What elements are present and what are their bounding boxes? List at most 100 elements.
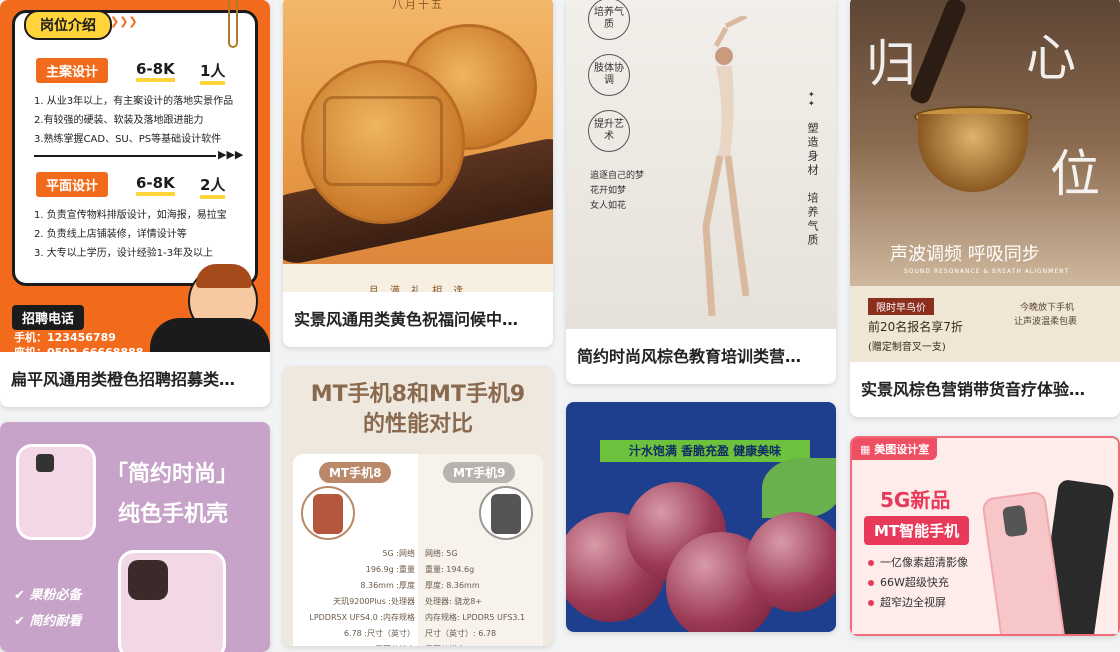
- spec-row-phone9: 厚度: 8.36mm: [425, 581, 480, 590]
- side-text: 让声波温柔包裹: [1014, 317, 1078, 327]
- mobile-number: 手机：123456789: [14, 331, 116, 344]
- tab-phone9: MT手机9: [443, 462, 516, 483]
- spec-row-phone9: 重量: 194.6g: [425, 565, 475, 574]
- slogan: 声波调频 呼吸同步: [890, 244, 1040, 265]
- phone8-body: [313, 494, 343, 534]
- spec-row-phone8: 196.9g :重量: [365, 565, 415, 574]
- vertical-slogan: 塑造身材: [806, 122, 819, 178]
- spec-row-phone8: 天玑9200Plus :处理器: [333, 597, 415, 606]
- spec-row-phone9: 内存规格: LPDDR5 UFS3.1: [425, 613, 526, 622]
- paperclip-icon: [228, 0, 238, 48]
- product-tag: MT智能手机: [864, 516, 970, 545]
- sparkle-icon: ✦ ✦: [808, 90, 815, 108]
- card-title: 实景风通用类黄色祝福问候中…: [294, 310, 519, 329]
- poster-bottom-text: 月 满 礼 相 逢: [368, 286, 468, 292]
- compare-title: MT手机8和MT手机9: [310, 382, 526, 407]
- template-card-phone-compare[interactable]: MT手机8和MT手机9 的性能对比 MT手机8 MT手机9 5G :网络 196.…: [283, 366, 553, 646]
- role1-salary: 6-8K: [136, 60, 175, 82]
- thumbnail-grape: 汁水饱满 香脆充盈 健康美味: [566, 402, 836, 632]
- poem-line: 女人如花: [590, 201, 627, 211]
- character-body: [150, 318, 270, 352]
- promo-tag: 限时早鸟价: [868, 298, 934, 315]
- phone-label: 招聘电话: [12, 305, 85, 330]
- feature-banner: 汁水饱满 香脆充盈 健康美味: [600, 440, 810, 462]
- card-title: 简约时尚风棕色教育培训类营…: [577, 347, 802, 366]
- template-card-5g-phone[interactable]: ▦ 美图设计室 5G新品 MT智能手机 一亿像素超清影像 66W超级快充 超窄边…: [850, 436, 1120, 636]
- camera-icon: [36, 454, 54, 472]
- singing-bowl-image: [918, 114, 1028, 192]
- play-arrows-icon: ▶▶▶: [218, 148, 244, 161]
- thumbnail-phone-compare: MT手机8和MT手机9 的性能对比 MT手机8 MT手机9 5G :网络 196.…: [283, 366, 553, 646]
- vertical-slogan: 培养气质: [806, 192, 819, 248]
- headline-char: 位: [1050, 145, 1100, 203]
- spec-row-phone8: 5G :网络: [382, 549, 415, 558]
- leaf-image: [762, 458, 836, 518]
- camera-icon: [128, 560, 168, 600]
- character-hair: [196, 264, 252, 288]
- slogan-en: SOUND RESONANCE & BREATH ALIGNMENT: [904, 268, 1070, 275]
- landline-number: 座机：0592-66668888: [14, 344, 143, 352]
- template-card-ballet[interactable]: 培养气质 肢体协调 提升艺术 追逐自己的梦 花开如梦 女人如花 ✦ ✦ 塑造身材 …: [566, 0, 836, 384]
- brand-badge: ▦ 美图设计室: [852, 438, 938, 460]
- promo-text: 前20名报名享7折: [868, 320, 963, 334]
- feature-circle: 提升艺术: [588, 110, 630, 152]
- grape-image: [746, 512, 836, 612]
- thumbnail-ballet: 培养气质 肢体协调 提升艺术 追逐自己的梦 花开如梦 女人如花 ✦ ✦ 塑造身材 …: [566, 0, 836, 329]
- feature-circle: 培养气质: [588, 0, 630, 40]
- camera-icon: [1002, 504, 1028, 538]
- new-product-title: 5G新品: [880, 488, 951, 512]
- tab-phone8: MT手机8: [319, 462, 392, 483]
- role1-line: 1. 从业3年以上，有主案设计的落地实景作品: [34, 96, 234, 107]
- spec-row-phone9: 屏幕分辨率: 2800x1260: [425, 644, 516, 646]
- compare-subtitle: 的性能对比: [362, 412, 473, 437]
- feature-item: 一亿像素超清影像: [868, 554, 968, 570]
- thumbnail-recruitment: 岗位介绍 ❯❯❯ 主案设计 6-8K 1人 1. 从业3年以上，有主案设计的落地…: [0, 0, 270, 352]
- mallet-image: [908, 0, 968, 106]
- role2-line: 1. 负责宣传物料排版设计，如海报，易拉宝: [34, 210, 227, 221]
- headline-char: 心: [1026, 29, 1076, 87]
- headline-char: 归: [866, 35, 916, 93]
- template-card-mooncake[interactable]: 八月十五 月 满 礼 相 逢 实景风通用类黄色祝福问候中…: [283, 0, 553, 347]
- spec-row-phone8: LPDDR5X UFS4.0 :内存规格: [309, 613, 415, 622]
- poster-top-text: 八月十五: [392, 0, 444, 11]
- role1-line: 3.熟练掌握CAD、SU、PS等基础设计软件: [34, 134, 222, 145]
- template-card-grape[interactable]: 汁水饱满 香脆充盈 健康美味: [566, 402, 836, 632]
- role2-line: 2. 负责线上店铺装修，详情设计等: [34, 229, 187, 240]
- poem-line: 花开如梦: [590, 186, 627, 196]
- spec-row-phone8: 2800x1260 :屏幕分辨率: [297, 644, 415, 646]
- spec-row-phone9: 网络: 5G: [425, 549, 458, 558]
- arrows-icon: ❯❯❯: [110, 15, 138, 28]
- template-card-singing-bowl[interactable]: 归 心 位 声波调频 呼吸同步 SOUND RESONANCE & BREATH…: [850, 0, 1120, 417]
- side-text: 今晚放下手机: [1020, 303, 1075, 313]
- role2-count: 2人: [200, 174, 226, 199]
- role1-line: 2.有较强的硬装、软装及落地跟进能力: [34, 115, 204, 126]
- spec-row-phone8: 8.36mm :厚度: [360, 581, 415, 590]
- job-header: 岗位介绍: [24, 10, 112, 40]
- role2-salary: 6-8K: [136, 174, 175, 196]
- feature-circle: 肢体协调: [588, 54, 630, 96]
- spec-row-phone9: 处理器: 骁龙8+: [425, 597, 483, 606]
- thumbnail-phone-case: 「简约时尚」 纯色手机壳 ✔ 果粉必备 ✔ 简约耐看: [0, 422, 270, 652]
- promo-subtitle: 纯色手机壳: [118, 502, 229, 527]
- promo-note: (赠定制音叉一支): [868, 342, 946, 353]
- template-card-phone-case[interactable]: 「简约时尚」 纯色手机壳 ✔ 果粉必备 ✔ 简约耐看: [0, 422, 270, 652]
- bullet-item: ✔ 果粉必备: [14, 588, 82, 603]
- thumbnail-singing-bowl: 归 心 位 声波调频 呼吸同步 SOUND RESONANCE & BREATH…: [850, 0, 1120, 362]
- divider: [34, 155, 216, 157]
- role2-line: 3. 大专以上学历，设计经验1-3年及以上: [34, 248, 214, 259]
- card-title: 扁平风通用类橙色招聘招募类…: [11, 370, 236, 389]
- bullet-item: ✔ 简约耐看: [14, 614, 82, 629]
- feature-item: 66W超级快充: [868, 574, 949, 590]
- template-card-recruitment[interactable]: 岗位介绍 ❯❯❯ 主案设计 6-8K 1人 1. 从业3年以上，有主案设计的落地…: [0, 0, 270, 407]
- role1-count: 1人: [200, 60, 226, 85]
- thumbnail-mooncake: 八月十五 月 满 礼 相 逢: [283, 0, 553, 292]
- feature-item: 超窄边全视屏: [868, 594, 946, 610]
- thumbnail-5g-phone: ▦ 美图设计室 5G新品 MT智能手机 一亿像素超清影像 66W超级快充 超窄边…: [850, 436, 1120, 636]
- role2-name: 平面设计: [36, 172, 109, 197]
- poem-line: 追逐自己的梦: [590, 171, 645, 181]
- dancer-illustration: [702, 16, 750, 316]
- role1-name: 主案设计: [36, 58, 109, 83]
- phone9-body: [491, 494, 521, 534]
- promo-title: 「简约时尚」: [106, 462, 239, 487]
- phone-case-image: [16, 444, 96, 540]
